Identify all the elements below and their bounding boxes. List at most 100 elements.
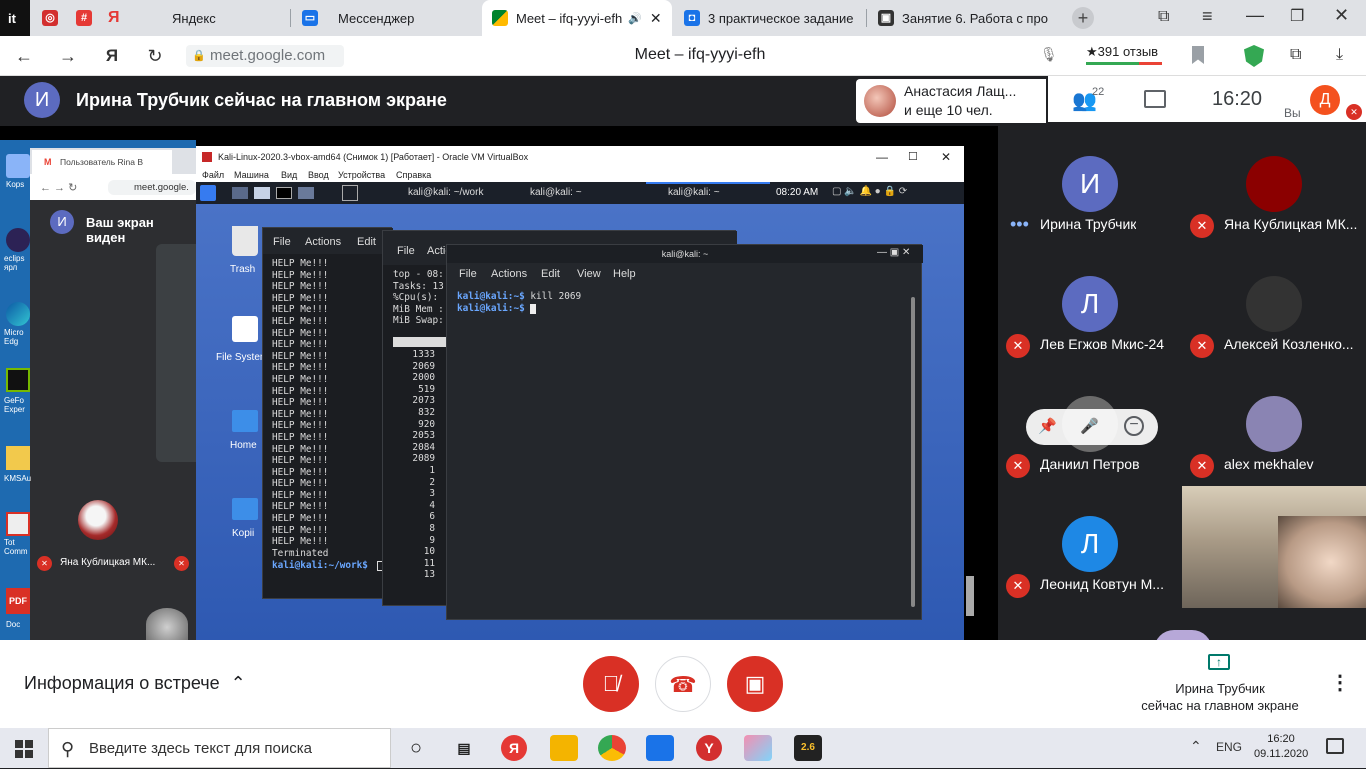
minimize-icon[interactable]: —	[1246, 5, 1264, 26]
notifications-icon[interactable]	[1326, 738, 1344, 754]
desktop-icon-edge[interactable]	[6, 302, 30, 326]
reviews-badge[interactable]: ★391 отзыв	[1086, 44, 1158, 60]
trash-icon[interactable]	[232, 226, 258, 256]
pinned-tab-2[interactable]: ◎	[32, 0, 64, 36]
download-icon[interactable]: ⤓	[1336, 46, 1343, 64]
cortana-icon[interactable]: ○	[402, 735, 430, 761]
taskbar-clock[interactable]: 16:20 09.11.2020	[1254, 732, 1308, 762]
inner-banner: Ваш экран виден	[86, 215, 154, 245]
virtualbox-taskbar-icon[interactable]	[646, 735, 674, 761]
tab-lesson[interactable]: ▣ Занятие 6. Работа с про	[868, 0, 1058, 36]
kali-task-home[interactable]: kali@kali: ~	[530, 187, 582, 198]
desktop-icon-kops[interactable]	[6, 154, 30, 178]
mic-off-icon: ✕	[1006, 454, 1030, 478]
desktop-icon-eclipse[interactable]	[6, 228, 30, 252]
file-explorer-icon[interactable]	[550, 735, 578, 761]
vbox-menu-view[interactable]: Вид	[281, 170, 297, 180]
main-screen-status[interactable]: Ирина Трубчик сейчас на главном экране	[1120, 680, 1320, 714]
desktop-icon-geforce[interactable]	[6, 368, 30, 392]
participant-tile[interactable]: Л ✕ Лев Егжов Мкис-24	[998, 246, 1182, 366]
terminal-icon[interactable]	[276, 187, 292, 199]
filesystem-icon[interactable]	[232, 316, 258, 342]
address-bar[interactable]: 🔒 meet.google.com	[186, 45, 344, 67]
paint-icon[interactable]	[744, 735, 772, 761]
pin-icon[interactable]: 📌	[1038, 417, 1057, 435]
extensions-icon[interactable]: ⧉	[1290, 46, 1301, 64]
mute-icon[interactable]: 🎤	[1080, 417, 1099, 435]
yandex-browser-icon[interactable]: Y	[696, 735, 722, 761]
kopii-folder-icon[interactable]	[232, 498, 258, 520]
microphone-icon[interactable]: 🎙	[1040, 46, 1058, 63]
tab-meet[interactable]: Meet – ifq-yyyi-efh 🔊 ✕	[482, 0, 672, 36]
close-window-icon[interactable]: ✕	[1334, 5, 1349, 26]
terminal-scrollbar[interactable]	[911, 297, 915, 607]
tab-assignment[interactable]: ◘ 3 практическое задание	[674, 0, 864, 36]
kali-task-work[interactable]: kali@kali: ~/work	[408, 187, 483, 198]
language-indicator[interactable]: ENG	[1216, 740, 1242, 754]
tab-yandex[interactable]: Яндекс	[158, 0, 288, 36]
vbox-minimize-icon[interactable]: —	[876, 146, 888, 168]
participant-tile[interactable]: И ••• Ирина Трубчик	[998, 126, 1182, 246]
desktop-icon-kms[interactable]	[6, 446, 30, 470]
leave-call-button[interactable]: ☎	[655, 656, 711, 712]
chrome-icon[interactable]	[598, 735, 626, 761]
vbox-menu-help[interactable]: Справка	[396, 170, 431, 180]
yandex-icon[interactable]: Я	[100, 44, 124, 68]
self-avatar[interactable]: Д	[1310, 85, 1340, 115]
pinned-tab-yandex[interactable]: Я	[98, 0, 130, 36]
taskbar-search-input[interactable]: ⚲ Введите здесь текст для поиска	[48, 728, 391, 768]
participant-tile[interactable]: ✕ alex mekhalev	[1182, 366, 1366, 486]
close-tab-icon[interactable]: ✕	[650, 10, 662, 27]
pinned-tab-it[interactable]: it	[0, 0, 30, 36]
shield-icon[interactable]	[1244, 45, 1264, 67]
vbox-maximize-icon[interactable]: ☐	[908, 146, 918, 168]
terminal-help[interactable]: File Actions Edit HELP Me!!! HELP Me!!! HE…	[262, 227, 393, 599]
microphone-toggle-button[interactable]: 🎙̸	[583, 656, 639, 712]
restore-icon[interactable]: ❐	[1290, 6, 1304, 26]
present-screen-icon[interactable]: ↑	[1208, 654, 1230, 670]
kali-tray-icons[interactable]: ▢ 🔈 🔔 ● 🔒 ⟳	[832, 186, 907, 197]
share-scrollbar[interactable]	[966, 576, 974, 616]
remove-icon[interactable]: −	[1124, 416, 1144, 436]
terminal-kill[interactable]: kali@kali: ~ — ▣ ✕ File Actions Edit Vie…	[446, 244, 923, 620]
speaking-participant-card[interactable]: Анастасия Лащ... и еще 10 чел.	[856, 79, 1046, 123]
desktop-icon-pdf[interactable]: PDF	[6, 588, 30, 614]
new-tab-button[interactable]: +	[1072, 7, 1094, 29]
workspace-icon[interactable]	[232, 187, 248, 199]
windows-start-icon[interactable]	[15, 740, 33, 758]
vbox-menu-machine[interactable]: Машина	[234, 170, 269, 180]
bookmark-icon[interactable]	[1192, 46, 1204, 64]
reload-icon[interactable]: ↻	[143, 44, 167, 68]
participant-tile[interactable]: Л ✕ Леонид Ковтун М...	[998, 486, 1182, 606]
tab-messenger[interactable]: ▭ Мессенджер	[292, 0, 480, 36]
chat-icon[interactable]	[1144, 90, 1166, 108]
yandex-taskbar-icon[interactable]: Я	[501, 735, 527, 761]
home-folder-icon[interactable]	[232, 410, 258, 432]
collections-icon[interactable]: ⧉	[1158, 8, 1169, 26]
speaker-icon[interactable]: 🔊	[628, 12, 642, 25]
tray-chevron-icon[interactable]: ⌃	[1190, 738, 1202, 755]
kali-menu-icon[interactable]	[200, 185, 216, 201]
task-view-icon[interactable]: ▤	[450, 735, 478, 761]
menu-icon[interactable]: ≡	[1202, 6, 1213, 27]
pinned-tab-hash[interactable]: #	[66, 0, 96, 36]
more-options-icon[interactable]: ⋮	[1330, 670, 1350, 695]
desktop-icon-totalcmd[interactable]	[6, 512, 30, 536]
kali-task-home-2[interactable]: kali@kali: ~	[668, 187, 720, 198]
browser-icon[interactable]	[298, 187, 314, 199]
back-icon[interactable]: ←	[12, 44, 36, 68]
camera-toggle-button[interactable]: ▣	[727, 656, 783, 712]
app-badge-icon[interactable]: 2.6	[794, 735, 822, 761]
vbox-close-icon[interactable]: ✕	[941, 146, 951, 168]
vbox-menu-file[interactable]: Файл	[202, 170, 224, 180]
vbox-menu-input[interactable]: Ввод	[308, 170, 329, 180]
search-icon: ⚲	[61, 739, 75, 759]
meeting-details-button[interactable]: Информация о встрече ⌃	[24, 673, 246, 694]
files-icon[interactable]	[254, 187, 270, 199]
participant-tile[interactable]: ✕ Яна Кублицкая МК...	[1182, 126, 1366, 246]
forward-icon[interactable]: →	[56, 44, 80, 68]
process-pid: 2089	[412, 453, 435, 465]
participant-tile[interactable]: ✕ Алексей Козленко...	[1182, 246, 1366, 366]
vbox-menu-devices[interactable]: Устройства	[338, 170, 385, 180]
terminal-window-controls[interactable]: — ▣ ✕	[877, 247, 910, 258]
